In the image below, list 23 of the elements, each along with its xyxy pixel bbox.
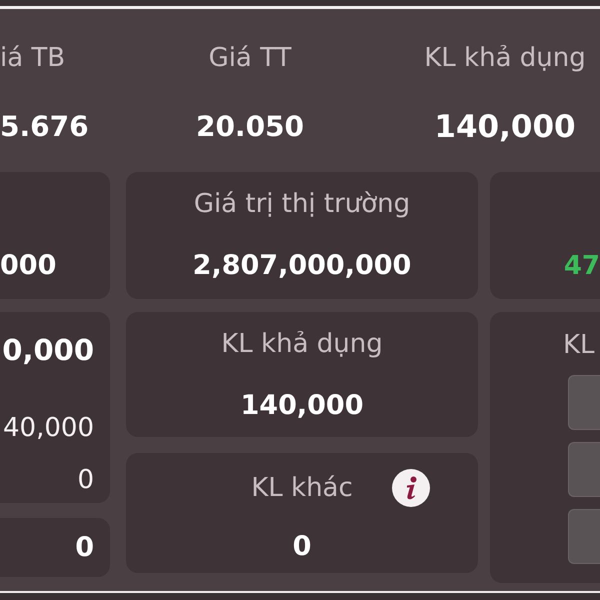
stat-value: 2,807,000,000 bbox=[192, 249, 412, 283]
stat-value: 0 bbox=[292, 530, 312, 564]
stat-label: KL khả dụng bbox=[221, 328, 383, 360]
total-value: 0,000 bbox=[2, 332, 94, 369]
stat-label: KL khác bbox=[251, 472, 353, 504]
stat-label: Giá TT bbox=[208, 43, 292, 73]
stat-value: 0 bbox=[75, 530, 94, 564]
stat-value: 47 bbox=[564, 250, 600, 283]
blank-button[interactable] bbox=[568, 442, 600, 497]
stat-label: Giá trị thị trường bbox=[194, 188, 410, 220]
stat-value: 140,000 bbox=[434, 109, 576, 145]
stat-value: 40,000 bbox=[3, 412, 94, 445]
stat-value: 0 bbox=[77, 464, 94, 497]
blank-button[interactable] bbox=[568, 509, 600, 564]
info-icon[interactable] bbox=[392, 469, 430, 507]
stat-value: 20.050 bbox=[196, 109, 304, 145]
stat-value: 5.676 bbox=[0, 109, 89, 145]
stat-label: iá TB bbox=[0, 43, 66, 73]
blank-button[interactable] bbox=[568, 375, 600, 430]
stat-value: 000 bbox=[0, 249, 56, 283]
stat-label: KL khả dụng bbox=[424, 43, 586, 73]
stat-value: 140,000 bbox=[240, 389, 364, 423]
stat-label: KL bbox=[563, 329, 595, 361]
